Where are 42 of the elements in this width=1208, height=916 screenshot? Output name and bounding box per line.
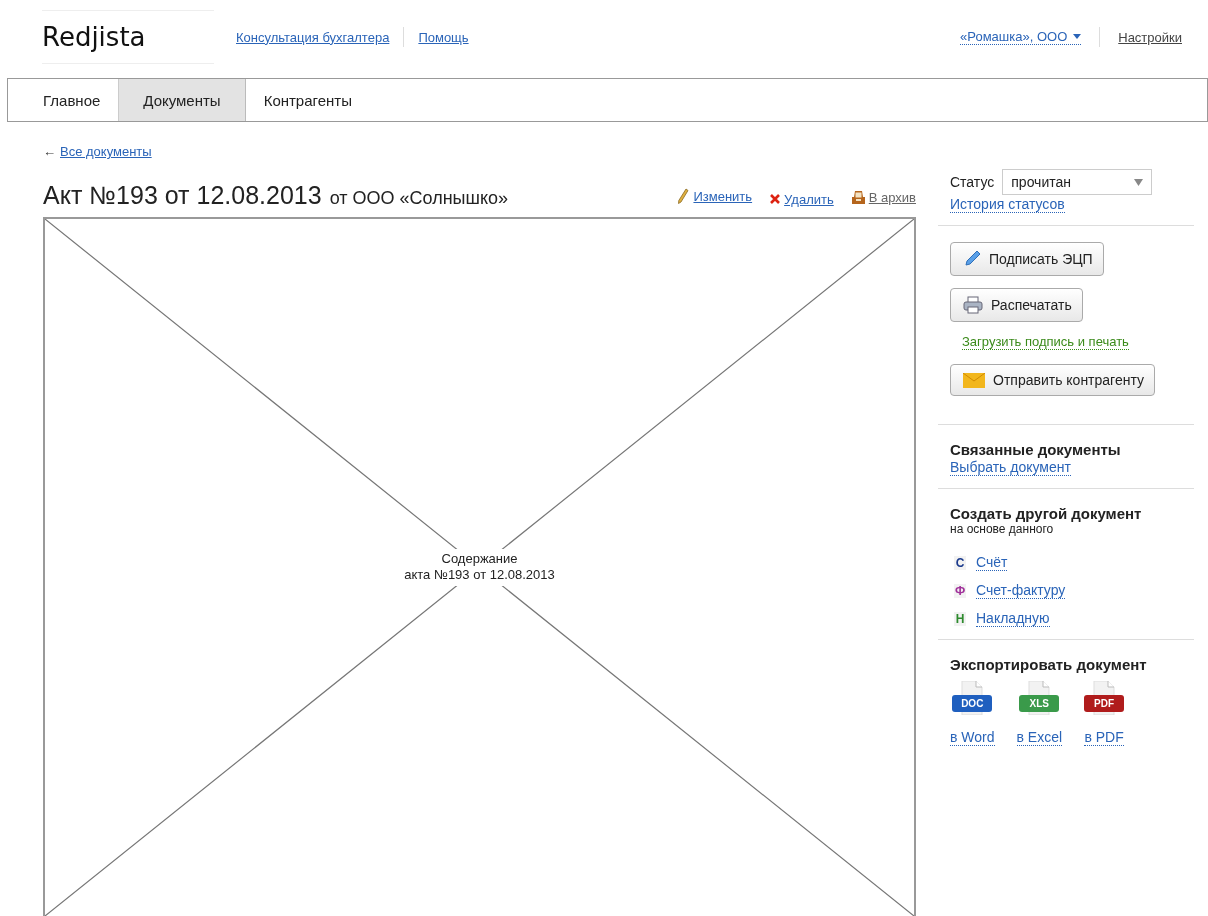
back-arrow: ← (43, 144, 56, 159)
caret-icon (1073, 34, 1082, 39)
dropdown-arrow-icon (1134, 178, 1144, 186)
export-link[interactable]: в PDF (1084, 729, 1124, 746)
action-button[interactable]: Отправить контрагенту (950, 364, 1155, 396)
export-link[interactable]: в Word (950, 729, 995, 746)
status-history-link[interactable]: История статусов (950, 196, 1065, 213)
section-heading: Экспортировать документ (950, 656, 1148, 673)
section-heading: Создать другой документ (950, 505, 1143, 522)
document-letter-icon: Ф (954, 583, 966, 598)
pencil-icon (677, 188, 690, 204)
logo: Redjista (42, 10, 214, 64)
company-dropdown[interactable]: «Ромашка», ООО (960, 29, 1082, 45)
action-link[interactable]: Удалить (784, 191, 834, 207)
action-link[interactable]: Изменить (693, 188, 753, 204)
cross-icon (770, 194, 781, 204)
printer-icon (963, 296, 983, 314)
nav-tab[interactable]: Документы (119, 79, 246, 121)
header-link[interactable]: Помощь (418, 29, 469, 45)
header-link[interactable]: Консультация бухгалтера (236, 29, 390, 45)
action-button[interactable]: Распечатать (950, 288, 1083, 322)
settings-link[interactable]: Настройки (1118, 29, 1182, 45)
create-document-link[interactable]: Счёт (976, 554, 1008, 571)
document-letter-icon: С (954, 555, 966, 570)
choose-document-link[interactable]: Выбрать документ (950, 459, 1071, 476)
section-subtitle: на основе данного (950, 522, 1055, 536)
pen-icon (963, 250, 981, 268)
document-letter-icon: Н (954, 611, 966, 626)
action-button[interactable]: Подписать ЭЦП (950, 242, 1104, 276)
section-heading: Связанные документы (950, 441, 1122, 458)
export-link[interactable]: в Excel (1016, 729, 1063, 746)
counterparty-text: от ООО «Солнышко» (329, 188, 509, 209)
create-document-link[interactable]: Накладную (976, 610, 1050, 627)
action-link[interactable]: В архив (868, 190, 916, 205)
status-label: Статус (950, 174, 995, 190)
status-select[interactable]: прочитан (1002, 169, 1153, 195)
create-document-link[interactable]: Счет-фактуру (976, 582, 1066, 599)
upload-signature-link[interactable]: Загрузить подпись и печать (962, 334, 1129, 350)
box-icon (851, 191, 865, 204)
envelope-icon (963, 372, 985, 388)
document-title: Акт №193 от 12.08.2013 (43, 181, 322, 210)
back-link[interactable]: Все документы (60, 144, 152, 159)
